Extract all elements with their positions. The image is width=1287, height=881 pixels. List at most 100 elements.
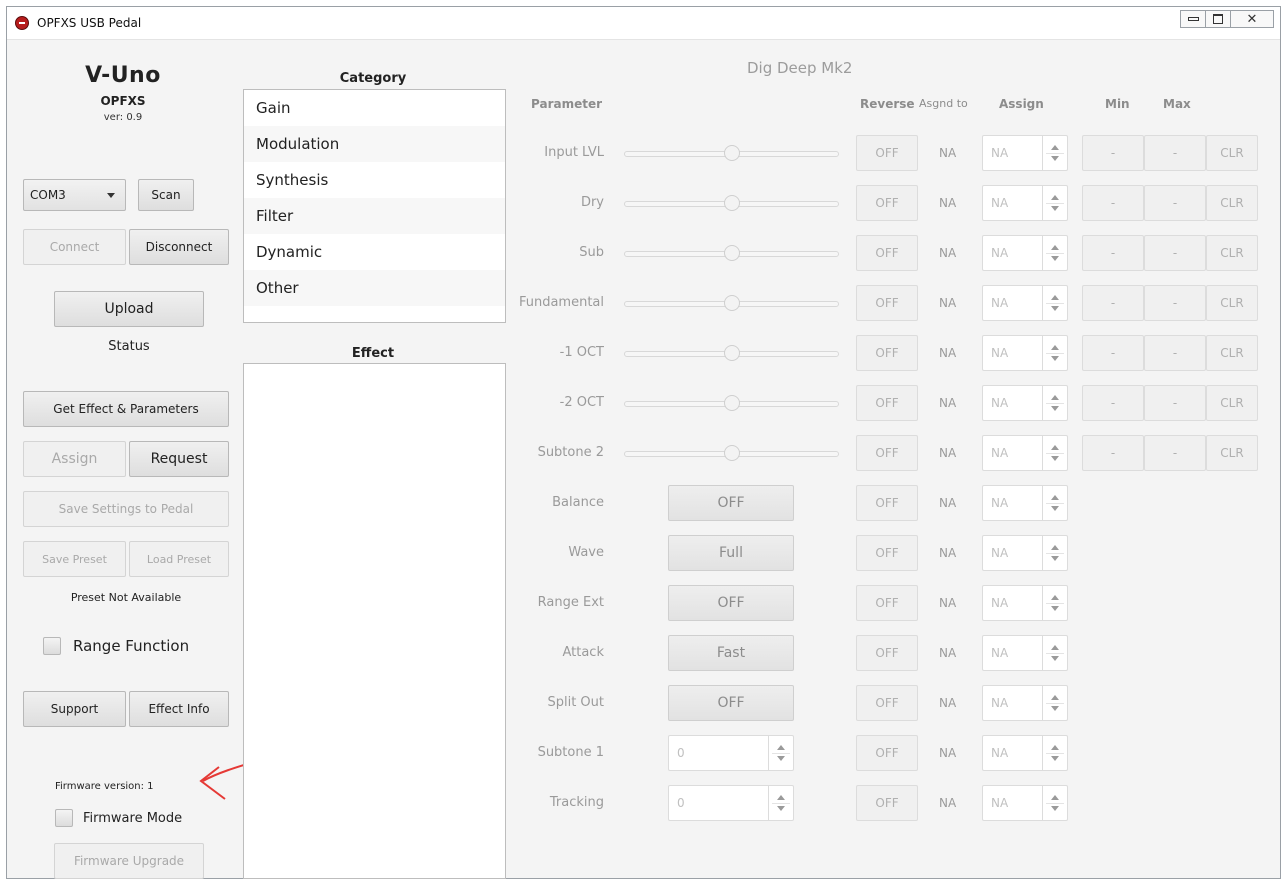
title-bar[interactable]: OPFXS USB Pedal ✕ — [7, 7, 1280, 40]
min-button[interactable]: - — [1082, 335, 1144, 371]
arrow-down-icon[interactable] — [1051, 356, 1059, 361]
parameter-toggle-button[interactable]: OFF — [668, 585, 794, 621]
category-item[interactable]: Synthesis — [244, 162, 505, 198]
effect-list[interactable] — [243, 363, 506, 879]
spinner-arrows[interactable] — [1042, 736, 1067, 770]
max-button[interactable]: - — [1144, 135, 1206, 171]
parameter-slider-thumb[interactable] — [723, 395, 740, 411]
parameter-slider-thumb[interactable] — [723, 195, 740, 211]
min-button[interactable]: - — [1082, 285, 1144, 321]
arrow-up-icon[interactable] — [1051, 745, 1059, 750]
clear-button[interactable]: CLR — [1206, 235, 1258, 271]
category-item[interactable]: Modulation — [244, 126, 505, 162]
close-button[interactable]: ✕ — [1230, 10, 1274, 28]
max-button[interactable]: - — [1144, 435, 1206, 471]
spinner-arrows[interactable] — [1042, 636, 1067, 670]
parameter-slider-thumb[interactable] — [723, 145, 740, 161]
spinner-arrows[interactable] — [1042, 286, 1067, 320]
arrow-down-icon[interactable] — [1051, 606, 1059, 611]
category-item[interactable]: Other — [244, 270, 505, 306]
min-button[interactable]: - — [1082, 135, 1144, 171]
arrow-down-icon[interactable] — [1051, 156, 1059, 161]
parameter-slider-thumb[interactable] — [723, 345, 740, 361]
assign-spinner[interactable]: NA — [982, 185, 1068, 221]
reverse-toggle-button[interactable]: OFF — [856, 535, 918, 571]
spinner-arrows[interactable] — [1042, 136, 1067, 170]
get-effect-parameters-button[interactable]: Get Effect & Parameters — [23, 391, 229, 427]
spinner-arrows[interactable] — [1042, 536, 1067, 570]
spinner-arrows[interactable] — [1042, 186, 1067, 220]
clear-button[interactable]: CLR — [1206, 185, 1258, 221]
reverse-toggle-button[interactable]: OFF — [856, 135, 918, 171]
assign-spinner[interactable]: NA — [982, 235, 1068, 271]
min-button[interactable]: - — [1082, 435, 1144, 471]
parameter-slider-thumb[interactable] — [723, 445, 740, 461]
assign-button[interactable]: Assign — [23, 441, 126, 477]
spinner-arrows[interactable] — [1042, 236, 1067, 270]
arrow-up-icon[interactable] — [1051, 145, 1059, 150]
spinner-arrows[interactable] — [1042, 386, 1067, 420]
clear-button[interactable]: CLR — [1206, 335, 1258, 371]
assign-spinner[interactable]: NA — [982, 735, 1068, 771]
disconnect-button[interactable]: Disconnect — [129, 229, 229, 265]
com-port-select[interactable]: COM3 — [23, 179, 126, 211]
spinner-arrows[interactable] — [768, 736, 793, 770]
firmware-mode-checkbox[interactable] — [55, 809, 73, 827]
arrow-up-icon[interactable] — [1051, 395, 1059, 400]
arrow-down-icon[interactable] — [1051, 506, 1059, 511]
parameter-spinner[interactable]: 0 — [668, 735, 794, 771]
load-preset-button[interactable]: Load Preset — [129, 541, 229, 577]
upload-button[interactable]: Upload — [54, 291, 204, 327]
parameter-slider-thumb[interactable] — [723, 295, 740, 311]
firmware-upgrade-button[interactable]: Firmware Upgrade — [54, 843, 204, 879]
assign-spinner[interactable]: NA — [982, 535, 1068, 571]
arrow-down-icon[interactable] — [1051, 256, 1059, 261]
arrow-down-icon[interactable] — [1051, 206, 1059, 211]
max-button[interactable]: - — [1144, 235, 1206, 271]
reverse-toggle-button[interactable]: OFF — [856, 185, 918, 221]
spinner-arrows[interactable] — [1042, 436, 1067, 470]
assign-spinner[interactable]: NA — [982, 485, 1068, 521]
parameter-toggle-button[interactable]: OFF — [668, 485, 794, 521]
assign-spinner[interactable]: NA — [982, 285, 1068, 321]
arrow-down-icon[interactable] — [777, 756, 785, 761]
arrow-up-icon[interactable] — [1051, 795, 1059, 800]
arrow-down-icon[interactable] — [1051, 806, 1059, 811]
category-item[interactable]: Gain — [244, 90, 505, 126]
max-button[interactable]: - — [1144, 335, 1206, 371]
scan-button[interactable]: Scan — [138, 179, 194, 211]
request-button[interactable]: Request — [129, 441, 229, 477]
min-button[interactable]: - — [1082, 185, 1144, 221]
clear-button[interactable]: CLR — [1206, 285, 1258, 321]
spinner-arrows[interactable] — [1042, 686, 1067, 720]
arrow-up-icon[interactable] — [1051, 545, 1059, 550]
arrow-down-icon[interactable] — [1051, 556, 1059, 561]
spinner-arrows[interactable] — [1042, 486, 1067, 520]
connect-button[interactable]: Connect — [23, 229, 126, 265]
arrow-down-icon[interactable] — [1051, 756, 1059, 761]
reverse-toggle-button[interactable]: OFF — [856, 235, 918, 271]
arrow-up-icon[interactable] — [777, 745, 785, 750]
reverse-toggle-button[interactable]: OFF — [856, 785, 918, 821]
assign-spinner[interactable]: NA — [982, 335, 1068, 371]
category-item[interactable]: Dynamic — [244, 234, 505, 270]
arrow-up-icon[interactable] — [1051, 595, 1059, 600]
max-button[interactable]: - — [1144, 385, 1206, 421]
arrow-down-icon[interactable] — [1051, 656, 1059, 661]
arrow-up-icon[interactable] — [1051, 295, 1059, 300]
reverse-toggle-button[interactable]: OFF — [856, 385, 918, 421]
reverse-toggle-button[interactable]: OFF — [856, 285, 918, 321]
arrow-up-icon[interactable] — [1051, 195, 1059, 200]
assign-spinner[interactable]: NA — [982, 635, 1068, 671]
minimize-button[interactable] — [1180, 10, 1206, 28]
clear-button[interactable]: CLR — [1206, 385, 1258, 421]
assign-spinner[interactable]: NA — [982, 385, 1068, 421]
reverse-toggle-button[interactable]: OFF — [856, 335, 918, 371]
save-settings-button[interactable]: Save Settings to Pedal — [23, 491, 229, 527]
save-preset-button[interactable]: Save Preset — [23, 541, 126, 577]
reverse-toggle-button[interactable]: OFF — [856, 585, 918, 621]
min-button[interactable]: - — [1082, 385, 1144, 421]
assign-spinner[interactable]: NA — [982, 135, 1068, 171]
reverse-toggle-button[interactable]: OFF — [856, 485, 918, 521]
maximize-button[interactable] — [1205, 10, 1231, 28]
